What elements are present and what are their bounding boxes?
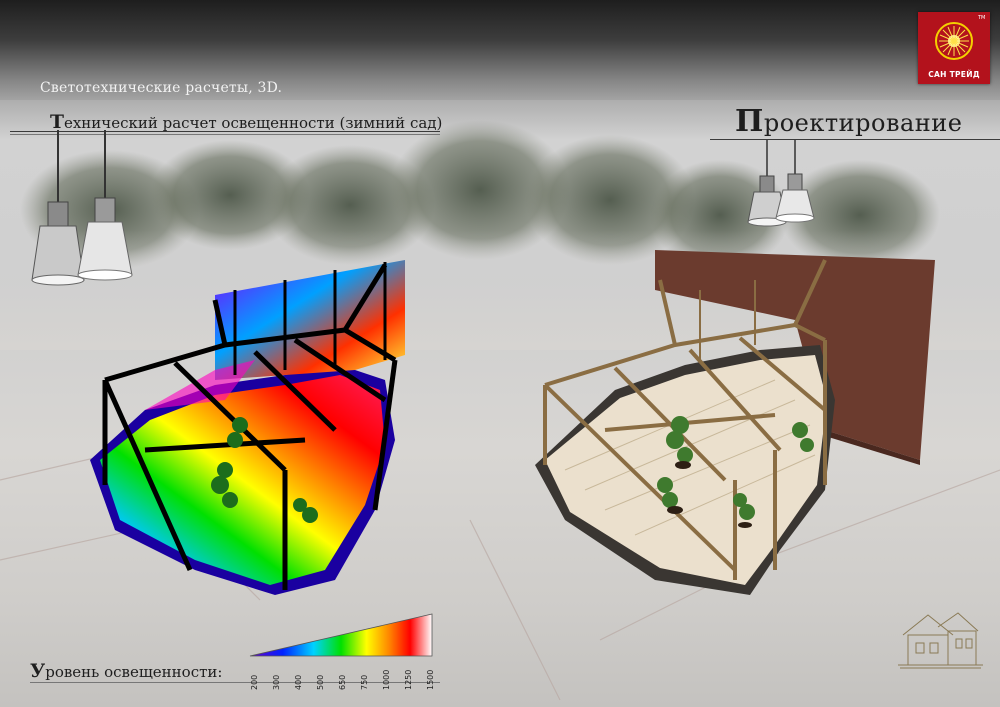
winter-garden-render [535, 250, 935, 595]
legend-tick: 1500 [426, 669, 435, 690]
design-text: роектирование [763, 109, 963, 137]
pendant-lamp-icon [747, 140, 815, 227]
illuminance-render [90, 260, 405, 595]
logo-trademark: TM [978, 15, 986, 21]
section-subtitle: Светотехнические расчеты, 3D. [40, 80, 283, 96]
house-sketch-icon [898, 612, 983, 669]
legend-label: Уровень освещенности: [30, 660, 222, 682]
illuminance-color-scale [249, 613, 433, 657]
legend-label-initial: У [30, 660, 46, 682]
design-initial: П [735, 104, 764, 139]
brand-logo: TM САН ТРЕЙД [918, 12, 990, 84]
section-title: Проектирование [735, 104, 962, 139]
legend-label-text: ровень освещенности: [45, 663, 223, 681]
logo-text: САН ТРЕЙД [928, 70, 980, 79]
presentation-sheet: Светотехнические расчеты, 3D. Технически… [0, 0, 1000, 707]
